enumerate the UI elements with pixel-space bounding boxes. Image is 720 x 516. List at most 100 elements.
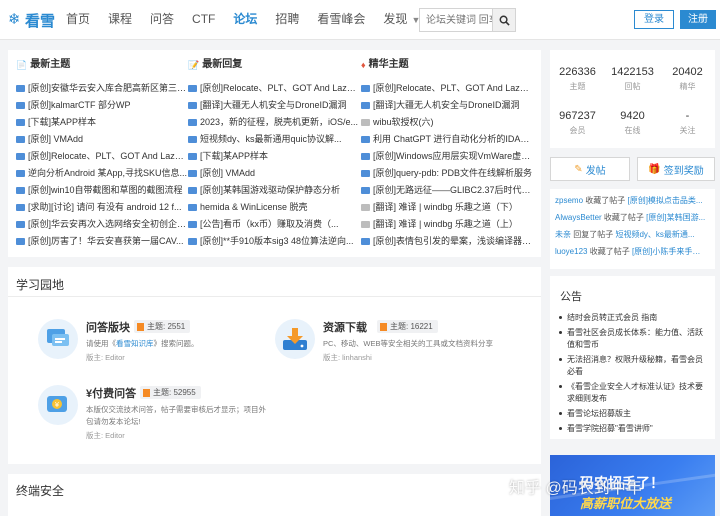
activity-link[interactable]: [原创]某韩国游...: [646, 213, 705, 222]
topic-link[interactable]: [原创]Windows应用层实现VmWare虚拟...: [373, 148, 533, 165]
list-item[interactable]: [原创]Relocate、PLT、GOT And Lazy Bin...: [16, 148, 188, 165]
topic-link[interactable]: [原创]query-pdb: PDB文件在线解析服务: [373, 165, 532, 182]
topic-link[interactable]: [原创]厉害了！华云安喜获第一届CAV...: [28, 233, 184, 250]
bookmark-icon: [143, 388, 150, 397]
topic-link[interactable]: [原创]**手910版本sig3 48位算法逆向...: [200, 233, 354, 250]
topic-link[interactable]: [原创]华云安再次入选网络安全初创企业...: [28, 216, 188, 233]
topic-link[interactable]: 逆向分析Android 某App,寻找SKU信息...: [28, 165, 187, 182]
list-item[interactable]: [原创] VMAdd: [188, 165, 360, 182]
list-item[interactable]: 2023，新的征程，脱壳机更新，iOS/e...: [188, 114, 360, 131]
list-item[interactable]: [原创]kalmarCTF 部分WP: [16, 97, 188, 114]
topic-link[interactable]: [原创]Relocate、PLT、GOT And Lazy Bi...: [200, 80, 360, 97]
activity-user[interactable]: 未亲: [555, 230, 571, 239]
list-item[interactable]: [公告]看币（kx币）赚取及消费（...: [188, 216, 360, 233]
topic-link[interactable]: [原创] VMAdd: [28, 131, 83, 148]
list-item[interactable]: [翻译]大疆无人机安全与DroneID漏洞: [361, 97, 533, 114]
folder-icon: [188, 153, 197, 160]
topic-link[interactable]: [原创]安徽华云安入库合肥高新区第三批...: [28, 80, 188, 97]
list-item[interactable]: [原创]**手910版本sig3 48位算法逆向...: [188, 233, 360, 250]
announcement-link[interactable]: 看雪社区会员成长体系：能力值、活跃值和雪币: [558, 327, 708, 351]
list-item[interactable]: [原创]Windows应用层实现VmWare虚拟...: [361, 148, 533, 165]
activity-link[interactable]: 短视频dy、ks最新通...: [615, 230, 694, 239]
list-item[interactable]: 逆向分析Android 某App,寻找SKU信息...: [16, 165, 188, 182]
list-item[interactable]: [原创]华云安再次入选网络安全初创企业...: [16, 216, 188, 233]
list-item[interactable]: [下载]某APP样本: [16, 114, 188, 131]
nav-jobs[interactable]: 招聘: [266, 0, 308, 40]
topic-link[interactable]: 2023，新的征程，脱壳机更新，iOS/e...: [200, 114, 358, 131]
card-title[interactable]: ¥付费问答: [86, 385, 136, 401]
topic-count-badge: 主题: 52955: [140, 386, 201, 399]
card-moderator: 版主: Editor: [86, 353, 125, 362]
list-item[interactable]: wibu软授权(六): [361, 114, 533, 131]
signin-reward-button[interactable]: 🎁 签到奖励: [637, 157, 715, 181]
list-item[interactable]: [原创]query-pdb: PDB文件在线解析服务: [361, 165, 533, 182]
topic-link[interactable]: [翻译] 难译 | windbg 乐趣之道（下）: [373, 199, 518, 216]
card-title[interactable]: 资源下载: [323, 319, 367, 335]
list-item[interactable]: [原创]win10自带截图和草图的截图流程: [16, 182, 188, 199]
announcement-link[interactable]: 看雪学院招募"看雪讲师": [558, 423, 708, 435]
stat-value: 1422153: [611, 66, 654, 78]
list-item[interactable]: [原创]厉害了！华云安喜获第一届CAV...: [16, 233, 188, 250]
announcement-link[interactable]: 看雪论坛招募版主: [558, 408, 708, 420]
list-item[interactable]: [原创]无路远征——GLIBC2.37后时代的I...: [361, 182, 533, 199]
list-item[interactable]: hemida & WinLicense 脱壳: [188, 199, 360, 216]
topic-link[interactable]: [公告]看币（kx币）赚取及消费（...: [200, 216, 339, 233]
topic-link[interactable]: [原创]某韩国游戏驱动保护静态分析: [200, 182, 340, 199]
qa-forum-card[interactable]: 问答版块 主题: 2551 请使用《看雪知识库》搜索问题。 版主: Editor: [38, 319, 268, 369]
site-logo[interactable]: ❄ 看雪: [8, 9, 55, 31]
search-button[interactable]: [492, 9, 515, 31]
topic-link[interactable]: [求助][讨论] 请问 有没有 android 12 f...: [28, 199, 182, 216]
topic-link[interactable]: [原创]kalmarCTF 部分WP: [28, 97, 131, 114]
topic-link[interactable]: [下载]某APP样本: [200, 148, 268, 165]
topic-link[interactable]: 利用 ChatGPT 进行自动化分析的IDA插件...: [373, 131, 533, 148]
nav-forum[interactable]: 论坛: [224, 0, 266, 40]
activity-user[interactable]: luoye123: [555, 247, 587, 256]
list-item[interactable]: [翻译]大疆无人机安全与DroneID漏洞: [188, 97, 360, 114]
announcement-link[interactable]: 《看雪企业安全人才标准认证》技术要求细则发布: [558, 381, 708, 405]
activity-link[interactable]: [原创]模拟点击品类...: [627, 196, 702, 205]
nav-courses[interactable]: 课程: [99, 0, 141, 40]
list-item[interactable]: [求助][讨论] 请问 有没有 android 12 f...: [16, 199, 188, 216]
list-item[interactable]: [翻译] 难译 | windbg 乐趣之道（下）: [361, 199, 533, 216]
topic-link[interactable]: hemida & WinLicense 脱壳: [200, 199, 308, 216]
topic-link[interactable]: [翻译] 难译 | windbg 乐趣之道（上）: [373, 216, 518, 233]
topic-link[interactable]: [翻译]大疆无人机安全与DroneID漏洞: [200, 97, 347, 114]
topic-link[interactable]: [原创]无路远征——GLIBC2.37后时代的I...: [373, 182, 533, 199]
nav-qa[interactable]: 问答: [141, 0, 183, 40]
paid-qa-card[interactable]: ¥ ¥付费问答 主题: 52955 本版仅交流技术问答，帖子需要审核后才显示；项…: [38, 385, 278, 447]
list-item[interactable]: [原创]某韩国游戏驱动保护静态分析: [188, 182, 360, 199]
nav-ctf[interactable]: CTF: [183, 0, 224, 40]
topic-link[interactable]: [原创]表情包引发的晕案，浅谈编译器优化: [373, 233, 533, 250]
topic-link[interactable]: [下载]某APP样本: [28, 114, 96, 131]
topic-link[interactable]: wibu软授权(六): [373, 114, 434, 131]
topic-link[interactable]: [原创]Relocate、PLT、GOT And Lazy Bin...: [28, 148, 188, 165]
topic-link[interactable]: 短视频dy、ks最新通用quic协议解...: [200, 131, 342, 148]
activity-user[interactable]: zpsemo: [555, 196, 583, 205]
announcement-link[interactable]: 结时会员转正式会员 指南: [558, 312, 708, 324]
register-button[interactable]: 注册: [680, 10, 716, 29]
list-item[interactable]: [原创] VMAdd: [16, 131, 188, 148]
activity-link[interactable]: [原创]小陈手来手…: [632, 247, 700, 256]
resource-download-card[interactable]: 资源下载 主题: 16221 PC、移动、WEB等安全相关的工具或文档资料分享 …: [275, 319, 535, 369]
list-item[interactable]: [原创]安徽华云安入库合肥高新区第三批...: [16, 80, 188, 97]
list-item[interactable]: [原创]Relocate、PLT、GOT And Lazy Bin...: [361, 80, 533, 97]
list-item[interactable]: [原创]表情包引发的晕案，浅谈编译器优化: [361, 233, 533, 250]
activity-user[interactable]: AlwaysBetter: [555, 213, 602, 222]
new-post-button[interactable]: ✎ 发帖: [550, 157, 630, 181]
topic-link[interactable]: [原创]Relocate、PLT、GOT And Lazy Bin...: [373, 80, 533, 97]
list-item[interactable]: [下载]某APP样本: [188, 148, 360, 165]
card-title[interactable]: 问答版块: [86, 319, 130, 335]
search-input[interactable]: [420, 9, 492, 31]
nav-summit[interactable]: 看雪峰会: [308, 0, 374, 40]
announcement-link[interactable]: 无法招消息？权限升级秘籍，看雪会员必看: [558, 354, 708, 378]
topic-link[interactable]: [原创]win10自带截图和草图的截图流程: [28, 182, 183, 199]
topic-link[interactable]: [翻译]大疆无人机安全与DroneID漏洞: [373, 97, 520, 114]
list-item[interactable]: 短视频dy、ks最新通用quic协议解...: [188, 131, 360, 148]
login-button[interactable]: 登录: [634, 10, 674, 29]
list-item[interactable]: [翻译] 难译 | windbg 乐趣之道（上）: [361, 216, 533, 233]
topic-link[interactable]: [原创] VMAdd: [200, 165, 255, 182]
list-item[interactable]: [原创]Relocate、PLT、GOT And Lazy Bi...: [188, 80, 360, 97]
list-item[interactable]: 利用 ChatGPT 进行自动化分析的IDA插件...: [361, 131, 533, 148]
knowledge-base-link[interactable]: 看雪知识库: [116, 339, 154, 348]
nav-home[interactable]: 首页: [57, 0, 99, 40]
